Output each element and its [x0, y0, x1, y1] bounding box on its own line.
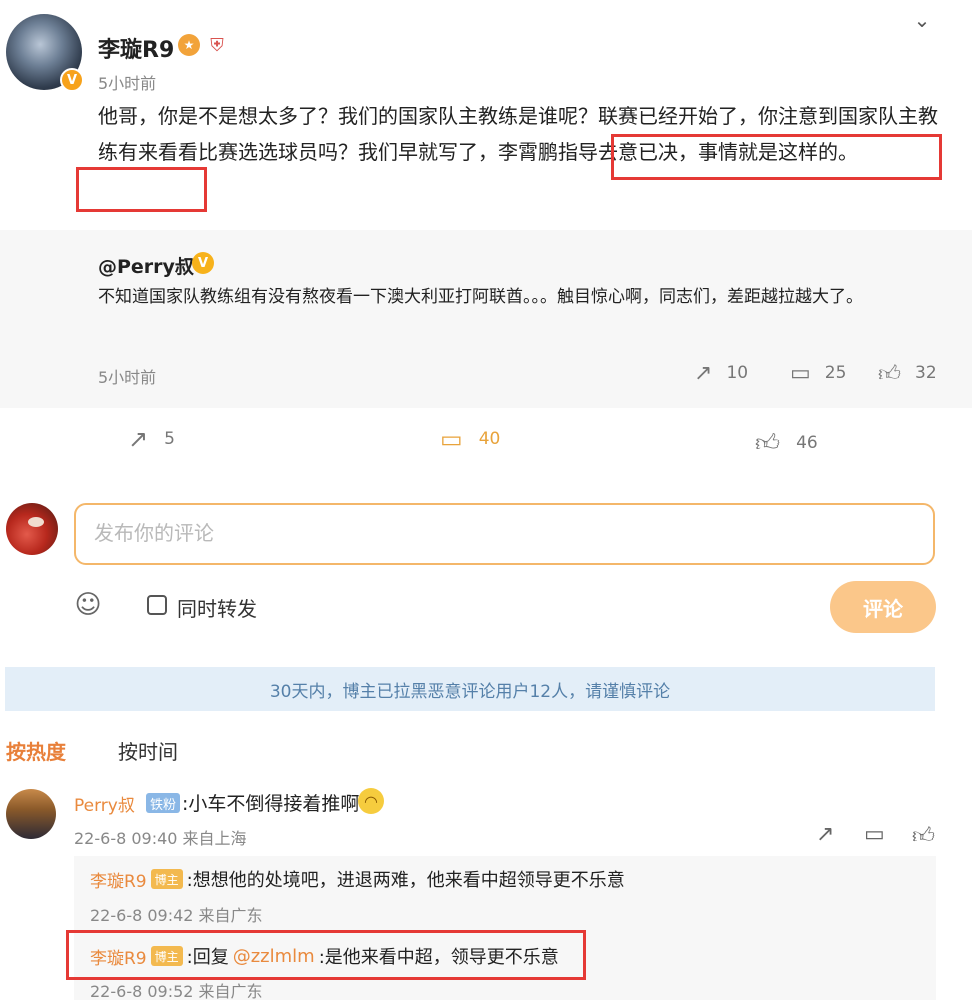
highlight-box — [611, 134, 942, 180]
commenter-avatar[interactable] — [6, 789, 56, 839]
quoted-like-button[interactable]: 👍︎ 32 — [878, 358, 937, 388]
reply-text: :想想他的处境吧，进退两难，他来看中超领导更不乐意 — [186, 870, 625, 891]
same-time-repost-checkbox[interactable] — [147, 595, 167, 615]
comment-meta: 22-6-8 09:40 来自上海 — [74, 829, 247, 848]
comment-icon: ▭ — [440, 425, 463, 453]
post-timestamp: 5小时前 — [98, 74, 157, 93]
author-badge: 博主 — [150, 869, 183, 889]
repost-icon[interactable]: ↗ — [816, 822, 834, 847]
comment-count: 40 — [478, 429, 501, 449]
comment-text: :小车不倒得接着推啊 — [182, 793, 360, 815]
comment-input[interactable] — [74, 503, 935, 565]
reply-item: 李璇R9 博主 :想想他的处境吧，进退两难，他来看中超领导更不乐意 — [90, 866, 625, 892]
grin-emoji-icon: ◠ — [358, 788, 384, 814]
thumbs-up-icon: 👍︎ — [878, 361, 901, 387]
comment-button[interactable]: ▭ 40 — [440, 422, 500, 456]
thumbs-up-icon: 👍︎ — [755, 428, 781, 457]
thumbs-up-icon[interactable]: 👍︎ — [912, 822, 935, 849]
quoted-like-count: 32 — [915, 363, 937, 383]
comment-icon: ▭ — [790, 360, 811, 386]
quoted-comment-count: 25 — [824, 363, 847, 383]
author-avatar[interactable]: V — [6, 14, 84, 92]
fan-badge-icon: ⛨ — [210, 34, 224, 56]
emoji-icon[interactable]: ☺ — [74, 591, 102, 619]
fan-badge: 铁粉 — [146, 793, 181, 813]
like-count: 46 — [796, 433, 818, 453]
reply-meta: 22-6-8 09:42 来自广东 — [90, 906, 263, 925]
reply-meta: 22-6-8 09:52 来自广东 — [90, 982, 263, 1000]
tab-sort-by-time[interactable]: 按时间 — [118, 736, 178, 765]
member-badge-icon: ★ — [178, 34, 200, 56]
verified-badge-icon: V — [60, 68, 84, 92]
quoted-body: 不知道国家队教练组有没有熬夜看一下澳大利亚打阿联酋。。。触目惊心啊，同志们，差距… — [98, 287, 863, 307]
repost-button[interactable]: ↗ 5 — [128, 422, 175, 456]
quoted-repost-count: 10 — [726, 363, 749, 383]
commenter-name[interactable]: Perry叔 — [74, 791, 135, 816]
quoted-comment-button[interactable]: ▭ 25 — [790, 358, 846, 388]
highlight-box — [66, 930, 586, 980]
same-time-repost-label[interactable]: 同时转发 — [177, 593, 257, 622]
quoted-author-name[interactable]: @Perry叔 — [98, 252, 194, 279]
highlight-box — [76, 167, 207, 212]
repost-icon: ↗ — [694, 360, 713, 386]
like-button[interactable]: 👍︎ 46 — [755, 426, 818, 460]
repost-icon: ↗ — [128, 425, 149, 453]
quoted-repost-button[interactable]: ↗ 10 — [694, 358, 748, 388]
tab-sort-by-hot[interactable]: 按热度 — [6, 736, 66, 765]
submit-comment-button[interactable]: 评论 — [830, 581, 936, 633]
chevron-down-icon[interactable]: ⌄ — [908, 8, 936, 36]
verified-badge-icon: V — [192, 252, 214, 274]
repost-count: 5 — [164, 429, 175, 449]
post-author-name[interactable]: 李璇R9 — [98, 32, 174, 64]
current-user-avatar — [6, 503, 58, 555]
quoted-timestamp: 5小时前 — [98, 368, 157, 387]
blocked-users-notice: 30天内，博主已拉黑恶意评论用户12人，请谨慎评论 — [5, 667, 935, 711]
comment-icon[interactable]: ▭ — [864, 822, 885, 847]
reply-author[interactable]: 李璇R9 — [90, 867, 147, 892]
